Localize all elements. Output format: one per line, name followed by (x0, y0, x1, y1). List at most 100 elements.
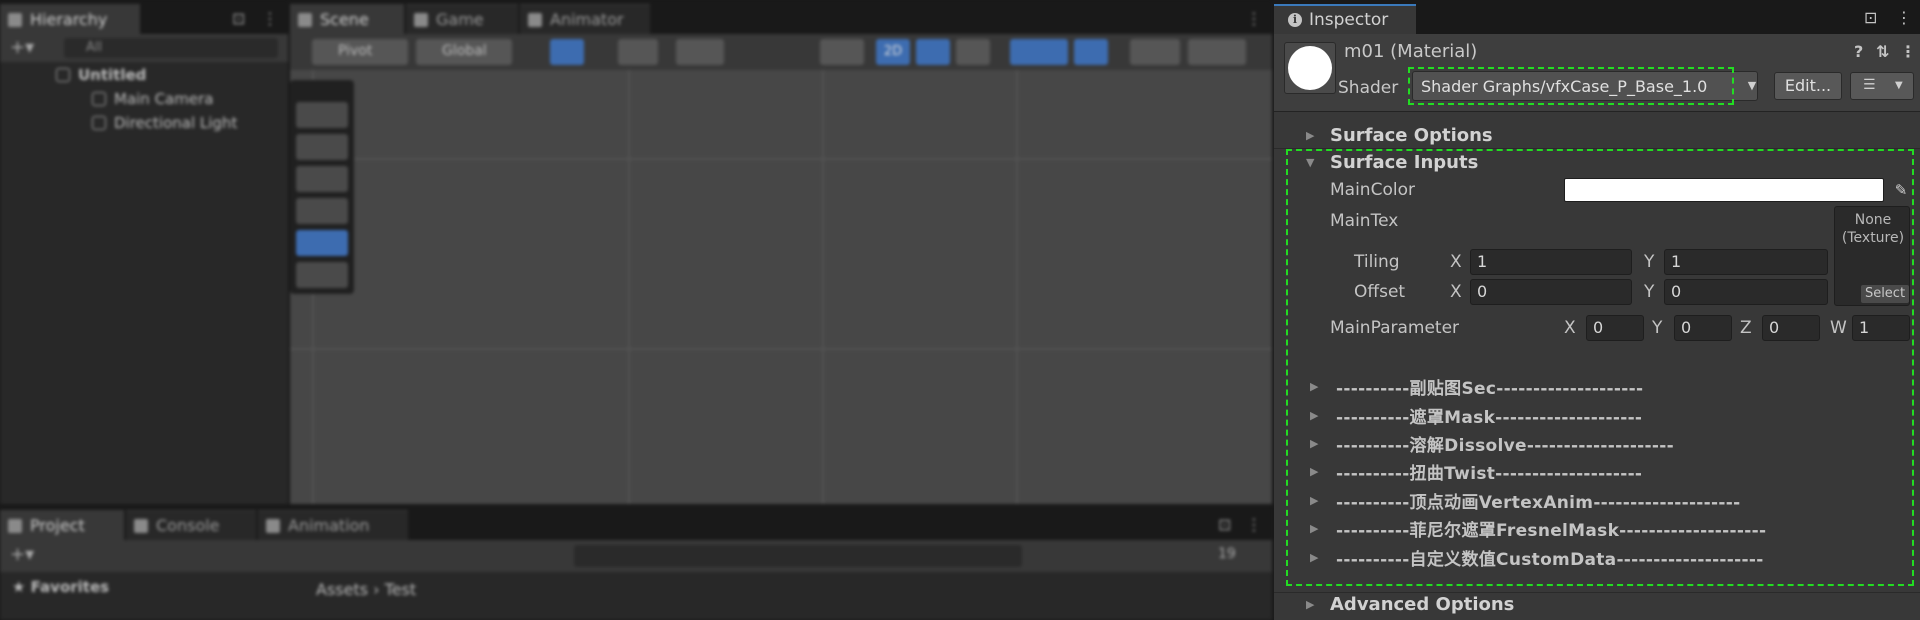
transform-tool-button[interactable] (296, 262, 348, 288)
draw-mode-button[interactable] (820, 39, 864, 65)
lock-icon[interactable]: ⊡ (232, 9, 245, 28)
main-color-swatch[interactable] (1564, 178, 1884, 202)
count-badge: 19 (1218, 546, 1236, 562)
add-icon[interactable]: +▾ (10, 37, 34, 58)
offset-x-field[interactable]: 0 (1470, 279, 1632, 305)
scene-root-item[interactable]: Untitled (56, 66, 146, 84)
tab-scene[interactable]: Scene (290, 4, 404, 34)
offset-y-field[interactable]: 0 (1664, 279, 1828, 305)
texture-select-button[interactable]: Select (1861, 285, 1909, 303)
list-options-button[interactable]: ☰ ▼ (1850, 72, 1914, 100)
tab-animator[interactable]: Animator (520, 4, 650, 34)
main-param-x-field[interactable]: 0 (1586, 315, 1644, 341)
advanced-options-foldout[interactable]: ▶ Advanced Options (1274, 591, 1920, 617)
tab-inspector[interactable]: i Inspector (1274, 4, 1416, 34)
section-label: ----------溶解Dissolve-------------------- (1336, 435, 1674, 456)
section-custom-data[interactable]: ▶ ----------自定义数值CustomData-------------… (1274, 545, 1920, 570)
pivot-dropdown[interactable]: Pivot (312, 39, 408, 65)
help-icon[interactable]: ? (1854, 42, 1863, 61)
effects-dropdown[interactable] (1010, 39, 1068, 65)
project-toolbar: +▾ 19 (0, 540, 1272, 572)
tab-project[interactable]: Project (0, 510, 124, 540)
kebab-menu-icon[interactable]: ⋮ (1896, 8, 1912, 27)
scale-tool-button[interactable] (296, 198, 348, 224)
toggle-2d-button[interactable]: 2D (876, 39, 910, 65)
section-dissolve[interactable]: ▶ ----------溶解Dissolve------------------… (1274, 431, 1920, 456)
scene-tools-overlay (290, 80, 354, 294)
breadcrumb-test[interactable]: Test (385, 580, 417, 599)
section-vertex-anim[interactable]: ▶ ----------顶点动画VertexAnim--------------… (1274, 488, 1920, 513)
console-icon (134, 518, 148, 533)
kebab-menu-icon[interactable]: ⋮ (1246, 515, 1262, 534)
grid-snap-button[interactable] (550, 39, 584, 65)
hierarchy-item-label: Main Camera (114, 90, 214, 108)
camera-dropdown[interactable] (1130, 39, 1180, 65)
section-twist[interactable]: ▶ ----------扭曲Twist-------------------- (1274, 459, 1920, 484)
tab-hierarchy[interactable]: Hierarchy (0, 4, 140, 34)
tiling-y-field[interactable]: 1 (1664, 249, 1828, 275)
audio-toggle[interactable] (956, 39, 990, 65)
tab-animation[interactable]: Animation (258, 510, 408, 540)
snap-settings-button[interactable] (676, 39, 724, 65)
global-dropdown[interactable]: Global (416, 39, 512, 65)
grid-line (822, 70, 824, 504)
lock-icon[interactable]: ⊡ (1218, 515, 1231, 534)
eyedropper-icon[interactable]: ✎ (1890, 178, 1912, 202)
hierarchy-item-main-camera[interactable]: Main Camera (92, 90, 213, 108)
folder-icon (8, 518, 22, 533)
hidden-objects-toggle[interactable] (1074, 39, 1108, 65)
view-tool-button[interactable] (296, 102, 348, 128)
hierarchy-search-input[interactable]: All (64, 38, 278, 58)
tab-console[interactable]: Console (126, 510, 256, 540)
add-icon[interactable]: +▾ (10, 544, 34, 565)
grid-line (628, 70, 630, 504)
chevron-right-icon: ▶ (1310, 408, 1319, 422)
tab-project-label: Project (30, 516, 85, 535)
breadcrumb: Assets › Test (316, 580, 416, 599)
gizmos-dropdown[interactable] (1188, 39, 1246, 65)
surface-options-label: Surface Options (1330, 124, 1493, 146)
main-param-y-field[interactable]: 0 (1674, 315, 1732, 341)
shader-highlight-box (1408, 67, 1734, 105)
surface-options-foldout[interactable]: ▶ Surface Options (1274, 122, 1920, 148)
section-secondary-texture[interactable]: ▶ ----------副贴图Sec-------------------- (1274, 374, 1920, 399)
material-header: m01 (Material) ? ⇅ ⋮ Shader Shader Graph… (1274, 34, 1920, 112)
tab-hierarchy-label: Hierarchy (30, 10, 108, 29)
rotate-tool-button[interactable] (296, 166, 348, 192)
move-tool-button[interactable] (296, 134, 348, 160)
favorites-item[interactable]: ★ Favorites (12, 578, 109, 596)
main-param-z-axis-label: Z (1740, 318, 1752, 338)
increment-snap-button[interactable] (618, 39, 658, 65)
section-mask[interactable]: ▶ ----------遮罩Mask-------------------- (1274, 403, 1920, 428)
hierarchy-item-directional-light[interactable]: Directional Light (92, 114, 237, 132)
breadcrumb-assets[interactable]: Assets (316, 580, 368, 599)
edit-shader-button[interactable]: Edit... (1774, 72, 1842, 100)
section-label: ----------自定义数值CustomData---------------… (1336, 549, 1764, 570)
advanced-options-label: Advanced Options (1330, 593, 1515, 615)
tiling-x-field[interactable]: 1 (1470, 249, 1632, 275)
kebab-menu-icon[interactable]: ⋮ (1246, 9, 1262, 28)
section-label: ----------菲尼尔遮罩FresnelMask--------------… (1336, 520, 1767, 541)
main-param-w-field[interactable]: 1 (1852, 315, 1910, 341)
project-search-input[interactable] (574, 545, 1022, 567)
hierarchy-panel: Hierarchy ⊡ ⋮ +▾ All Untitled Main Camer… (0, 0, 288, 504)
section-fresnel-mask[interactable]: ▶ ----------菲尼尔遮罩FresnelMask------------… (1274, 516, 1920, 541)
tab-game[interactable]: Game (406, 4, 518, 34)
main-param-z-field[interactable]: 0 (1762, 315, 1820, 341)
kebab-menu-icon[interactable]: ⋮ (1900, 42, 1916, 61)
preset-icon[interactable]: ⇅ (1876, 42, 1889, 61)
main-tex-label: MainTex (1330, 211, 1399, 231)
tab-inspector-label: Inspector (1309, 10, 1389, 30)
kebab-menu-icon[interactable]: ⋮ (262, 9, 278, 28)
inspector-tabstrip: i Inspector ⊡ ⋮ (1274, 0, 1920, 34)
rect-tool-button[interactable] (296, 230, 348, 256)
lock-icon[interactable]: ⊡ (1864, 8, 1877, 27)
list-icon: ☰ (1863, 77, 1876, 93)
texture-none-line2: (Texture) (1841, 230, 1905, 246)
offset-x-axis-label: X (1450, 282, 1462, 302)
animation-icon (266, 518, 280, 533)
lighting-toggle[interactable] (916, 39, 950, 65)
tab-console-label: Console (156, 516, 220, 535)
chevron-down-icon[interactable]: ▼ (1742, 71, 1762, 101)
main-tex-slot[interactable]: None (Texture) Select (1834, 206, 1910, 306)
